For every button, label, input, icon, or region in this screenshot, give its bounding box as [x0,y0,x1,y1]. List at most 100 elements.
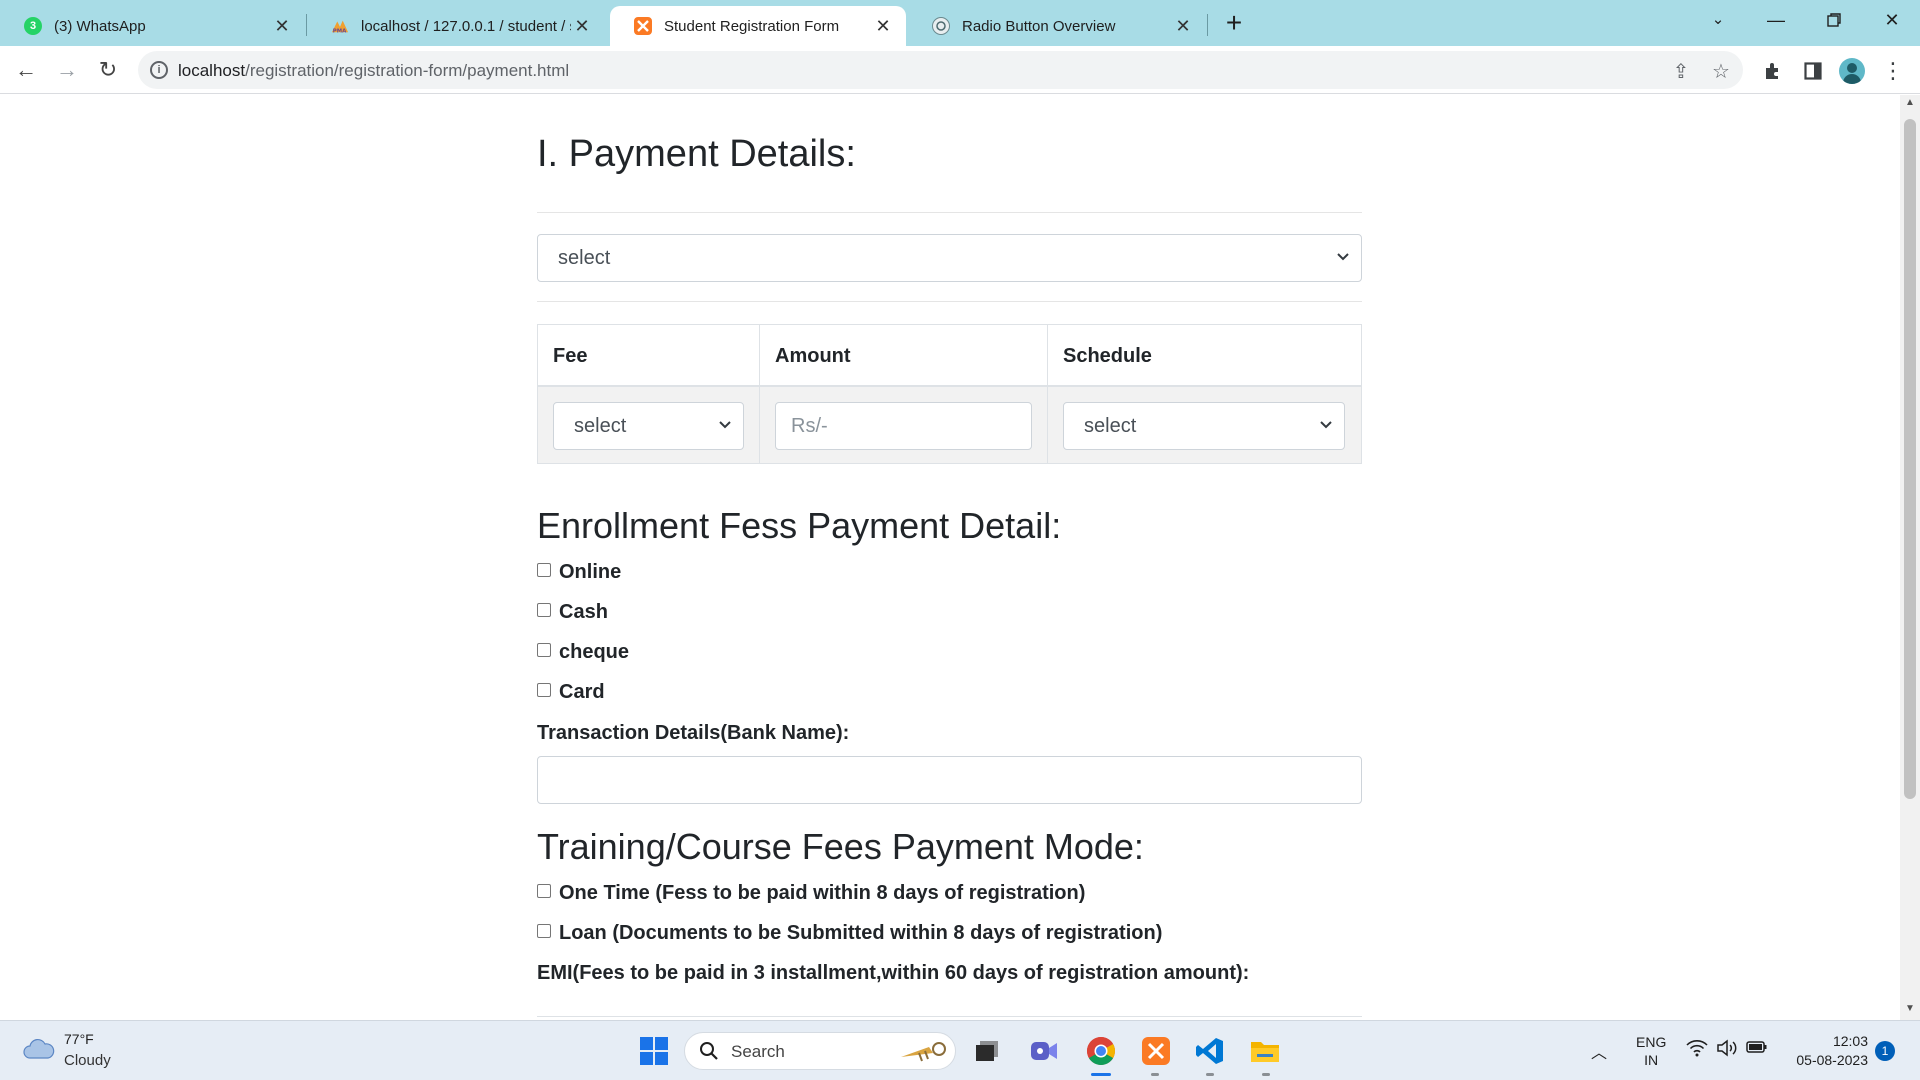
amount-input[interactable]: Rs/- [775,402,1032,450]
option-label: Cash [559,601,608,623]
page-title: I. Payment Details: [537,133,856,175]
taskbar-search[interactable]: Search [684,1032,956,1070]
site-info-icon[interactable]: i [150,61,168,79]
tab-separator [1207,14,1208,36]
close-tab-icon[interactable]: ✕ [571,16,593,37]
page-viewport: I. Payment Details: select Fee Amount Sc… [0,95,1900,1020]
schedule-select[interactable]: select [1063,402,1345,450]
tab-title: Radio Button Overview [962,17,1116,35]
minimize-icon[interactable]: — [1756,4,1796,36]
amount-header: Amount [760,325,1048,387]
transaction-details-label: Transaction Details(Bank Name): [537,722,850,744]
system-clock[interactable]: 12:03 05-08-2023 [1784,1032,1868,1070]
address-bar[interactable]: i localhost/registration/registration-fo… [138,51,1743,89]
emi-label: EMI(Fees to be paid in 3 installment,wit… [537,962,1250,984]
tab-student-registration[interactable]: Student Registration Form ✕ [610,6,906,46]
bank-name-input[interactable] [537,756,1362,804]
cloud-icon[interactable] [22,1038,56,1060]
enrollment-heading: Enrollment Fess Payment Detail: [537,505,1062,546]
tab-radio-button-overview[interactable]: Radio Button Overview ✕ [908,6,1206,46]
extensions-icon[interactable] [1759,57,1787,85]
search-icon [699,1041,719,1066]
select-value: select [1084,415,1137,437]
scroll-up-icon[interactable]: ▲ [1900,97,1920,111]
search-highlight-icon [899,1039,951,1070]
url-text[interactable]: localhost/registration/registration-form… [178,61,569,81]
battery-icon[interactable] [1746,1039,1768,1060]
divider [537,212,1362,213]
menu-kebab-icon[interactable]: ⋮ [1879,57,1907,85]
close-tab-icon[interactable]: ✕ [872,16,894,37]
fee-select[interactable]: select [553,402,744,450]
table-cell: select [1048,387,1361,463]
app-indicator [1262,1073,1270,1076]
weather-condition[interactable]: Cloudy [64,1052,111,1069]
tab-title: (3) WhatsApp [54,17,146,35]
tab-strip: 3 (3) WhatsApp ✕ PMA localhost / 127.0.0… [0,0,1920,46]
select-value: select [574,415,627,437]
xampp-icon [634,17,652,35]
close-tab-icon[interactable]: ✕ [271,16,293,37]
fee-header: Fee [538,325,760,387]
file-explorer-icon[interactable] [1247,1033,1283,1069]
option-label: Loan (Documents to be Submitted within 8… [559,922,1163,944]
tab-phpmyadmin[interactable]: PMA localhost / 127.0.0.1 / student / s … [307,6,605,46]
language-indicator[interactable]: ENG IN [1636,1033,1666,1069]
fee-table: Fee Amount Schedule select Rs/- select [537,324,1362,464]
training-heading: Training/Course Fees Payment Mode: [537,826,1144,867]
card-checkbox[interactable] [537,682,551,697]
table-top-edge [537,1016,1362,1017]
close-window-icon[interactable]: ✕ [1872,4,1912,36]
one-time-option[interactable]: One Time (Fess to be paid within 8 days … [537,882,1085,905]
xampp-taskbar-icon[interactable] [1138,1033,1174,1069]
cheque-checkbox[interactable] [537,642,551,657]
page-scrollbar[interactable]: ▲ ▼ [1900,95,1920,1020]
windows-start-icon[interactable] [636,1033,672,1069]
scroll-down-icon[interactable]: ▼ [1900,1003,1920,1017]
payment-plan-select[interactable]: select [537,234,1362,282]
forward-icon[interactable]: → [51,55,83,87]
loan-checkbox[interactable] [537,923,551,938]
cash-checkbox[interactable] [537,602,551,617]
reload-icon[interactable]: ↻ [92,55,124,87]
side-panel-icon[interactable] [1799,57,1827,85]
table-cell: select [538,387,760,463]
restore-icon[interactable] [1814,4,1854,36]
cheque-option[interactable]: cheque [537,641,629,664]
search-placeholder: Search [731,1042,785,1061]
volume-icon[interactable] [1716,1039,1738,1062]
one-time-checkbox[interactable] [537,883,551,898]
svg-text:PMA: PMA [333,28,347,34]
cash-option[interactable]: Cash [537,601,608,624]
scrollbar-thumb[interactable] [1904,119,1916,799]
online-option[interactable]: Online [537,561,621,584]
amount-placeholder: Rs/- [791,415,828,437]
task-view-icon[interactable] [969,1033,1005,1069]
openai-icon [932,17,950,35]
show-hidden-icons-icon[interactable]: ︿ [1591,1039,1607,1063]
close-tab-icon[interactable]: ✕ [1172,16,1194,37]
teams-meet-icon[interactable] [1026,1033,1062,1069]
windows-taskbar: 77°F Cloudy Search ︿ ENG IN 12:03 05-08-… [0,1020,1920,1080]
loan-option[interactable]: Loan (Documents to be Submitted within 8… [537,922,1162,945]
new-tab-icon[interactable]: + [1219,9,1249,39]
chrome-icon[interactable] [1083,1033,1119,1069]
back-icon[interactable]: ← [10,55,42,87]
weather-temperature[interactable]: 77°F [64,1031,94,1047]
region-code: IN [1644,1052,1659,1068]
tab-whatsapp[interactable]: 3 (3) WhatsApp ✕ [0,6,305,46]
divider [537,301,1362,302]
bookmark-star-icon[interactable]: ☆ [1708,59,1734,83]
wifi-icon[interactable] [1686,1039,1708,1062]
vscode-icon[interactable] [1192,1033,1228,1069]
profile-avatar-icon[interactable] [1839,58,1865,84]
option-label: One Time (Fess to be paid within 8 days … [559,882,1086,904]
online-checkbox[interactable] [537,562,551,577]
card-option[interactable]: Card [537,681,605,704]
chevron-down-icon [1320,403,1332,429]
phpmyadmin-icon: PMA [331,17,349,35]
notification-badge[interactable]: 1 [1875,1041,1895,1061]
share-icon[interactable]: ⇪ [1668,59,1694,83]
tab-search-chevron-icon[interactable]: ⌄ [1698,4,1738,36]
chevron-down-icon [1337,235,1349,261]
